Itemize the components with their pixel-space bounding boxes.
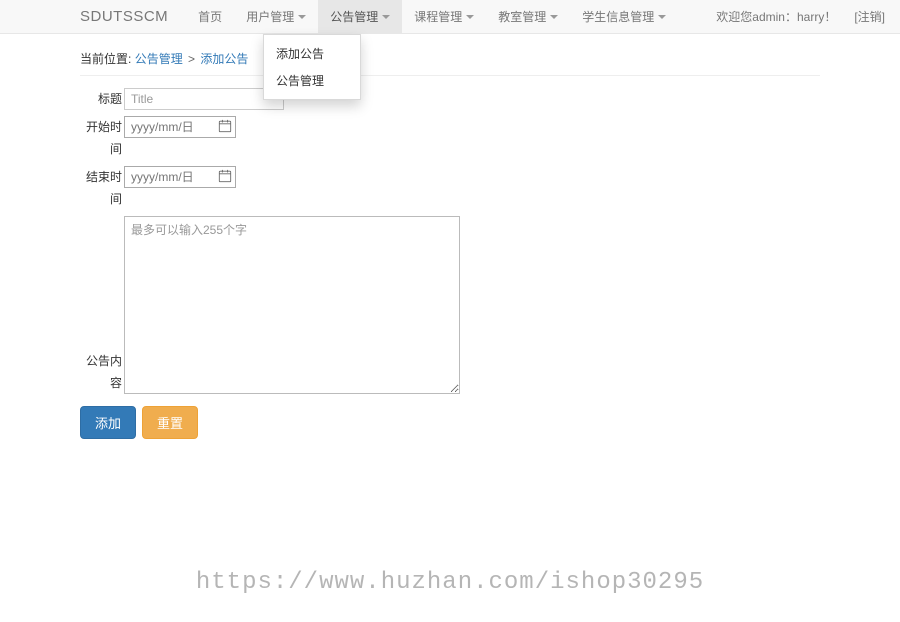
nav-right: 欢迎您admin：harry！ [注销] [716, 8, 885, 25]
watermark-text: https://www.huzhan.com/ishop30295 [196, 569, 704, 596]
announcement-form: 标题 开始时间 结束时间 [80, 88, 820, 439]
announcement-dropdown: 添加公告 公告管理 [263, 34, 361, 100]
breadcrumb-section[interactable]: 公告管理 [135, 52, 183, 66]
caret-icon [658, 15, 666, 19]
nav-item-label: 教室管理 [498, 8, 546, 25]
caret-icon [298, 15, 306, 19]
row-start-time: 开始时间 [80, 116, 820, 160]
nav-item-user-mgmt[interactable]: 用户管理 [234, 0, 318, 33]
nav-item-classroom-mgmt[interactable]: 教室管理 [486, 0, 570, 33]
caret-icon [550, 15, 558, 19]
nav-menu: 首页 用户管理 公告管理 课程管理 教室管理 学生信息管理 [186, 0, 678, 33]
end-date-input[interactable] [124, 166, 236, 188]
breadcrumb-sep: > [188, 52, 195, 66]
nav-item-student-info-mgmt[interactable]: 学生信息管理 [570, 0, 678, 33]
row-content: 公告内容 [80, 216, 820, 394]
menu-item-announcement-mgmt[interactable]: 公告管理 [264, 67, 360, 94]
welcome-text: 欢迎您admin：harry！ [716, 8, 836, 25]
nav-item-label: 用户管理 [246, 8, 294, 25]
nav-item-label: 公告管理 [330, 8, 378, 25]
label-end-time: 结束时间 [80, 166, 124, 210]
logout-link[interactable]: [注销] [854, 8, 885, 25]
label-start-time: 开始时间 [80, 116, 124, 160]
caret-icon [466, 15, 474, 19]
content-textarea[interactable] [124, 216, 460, 394]
start-date-wrap [124, 116, 236, 138]
title-input[interactable] [124, 88, 284, 110]
nav-item-home[interactable]: 首页 [186, 0, 234, 33]
row-end-time: 结束时间 [80, 166, 820, 210]
menu-item-add-announcement[interactable]: 添加公告 [264, 40, 360, 67]
brand: SDUTSSCM [80, 8, 168, 25]
navbar: SDUTSSCM 首页 用户管理 公告管理 课程管理 教室管理 学生信息管理 欢… [0, 0, 900, 34]
button-row: 添加 重置 [80, 406, 820, 439]
start-date-input[interactable] [124, 116, 236, 138]
label-content: 公告内容 [80, 350, 124, 394]
submit-button[interactable]: 添加 [80, 406, 136, 439]
end-date-wrap [124, 166, 236, 188]
breadcrumb-page[interactable]: 添加公告 [200, 52, 248, 66]
breadcrumb: 当前位置: 公告管理 > 添加公告 [80, 44, 820, 76]
row-title: 标题 [80, 88, 820, 110]
main-container: 当前位置: 公告管理 > 添加公告 标题 开始时间 结束时间 [0, 34, 900, 439]
nav-item-label: 首页 [198, 8, 222, 25]
breadcrumb-prefix: 当前位置: [80, 52, 131, 66]
nav-item-announcement-mgmt[interactable]: 公告管理 [318, 0, 402, 33]
nav-item-label: 学生信息管理 [582, 8, 654, 25]
nav-item-label: 课程管理 [414, 8, 462, 25]
nav-item-course-mgmt[interactable]: 课程管理 [402, 0, 486, 33]
label-title: 标题 [80, 88, 124, 110]
caret-icon [382, 15, 390, 19]
reset-button[interactable]: 重置 [142, 406, 198, 439]
